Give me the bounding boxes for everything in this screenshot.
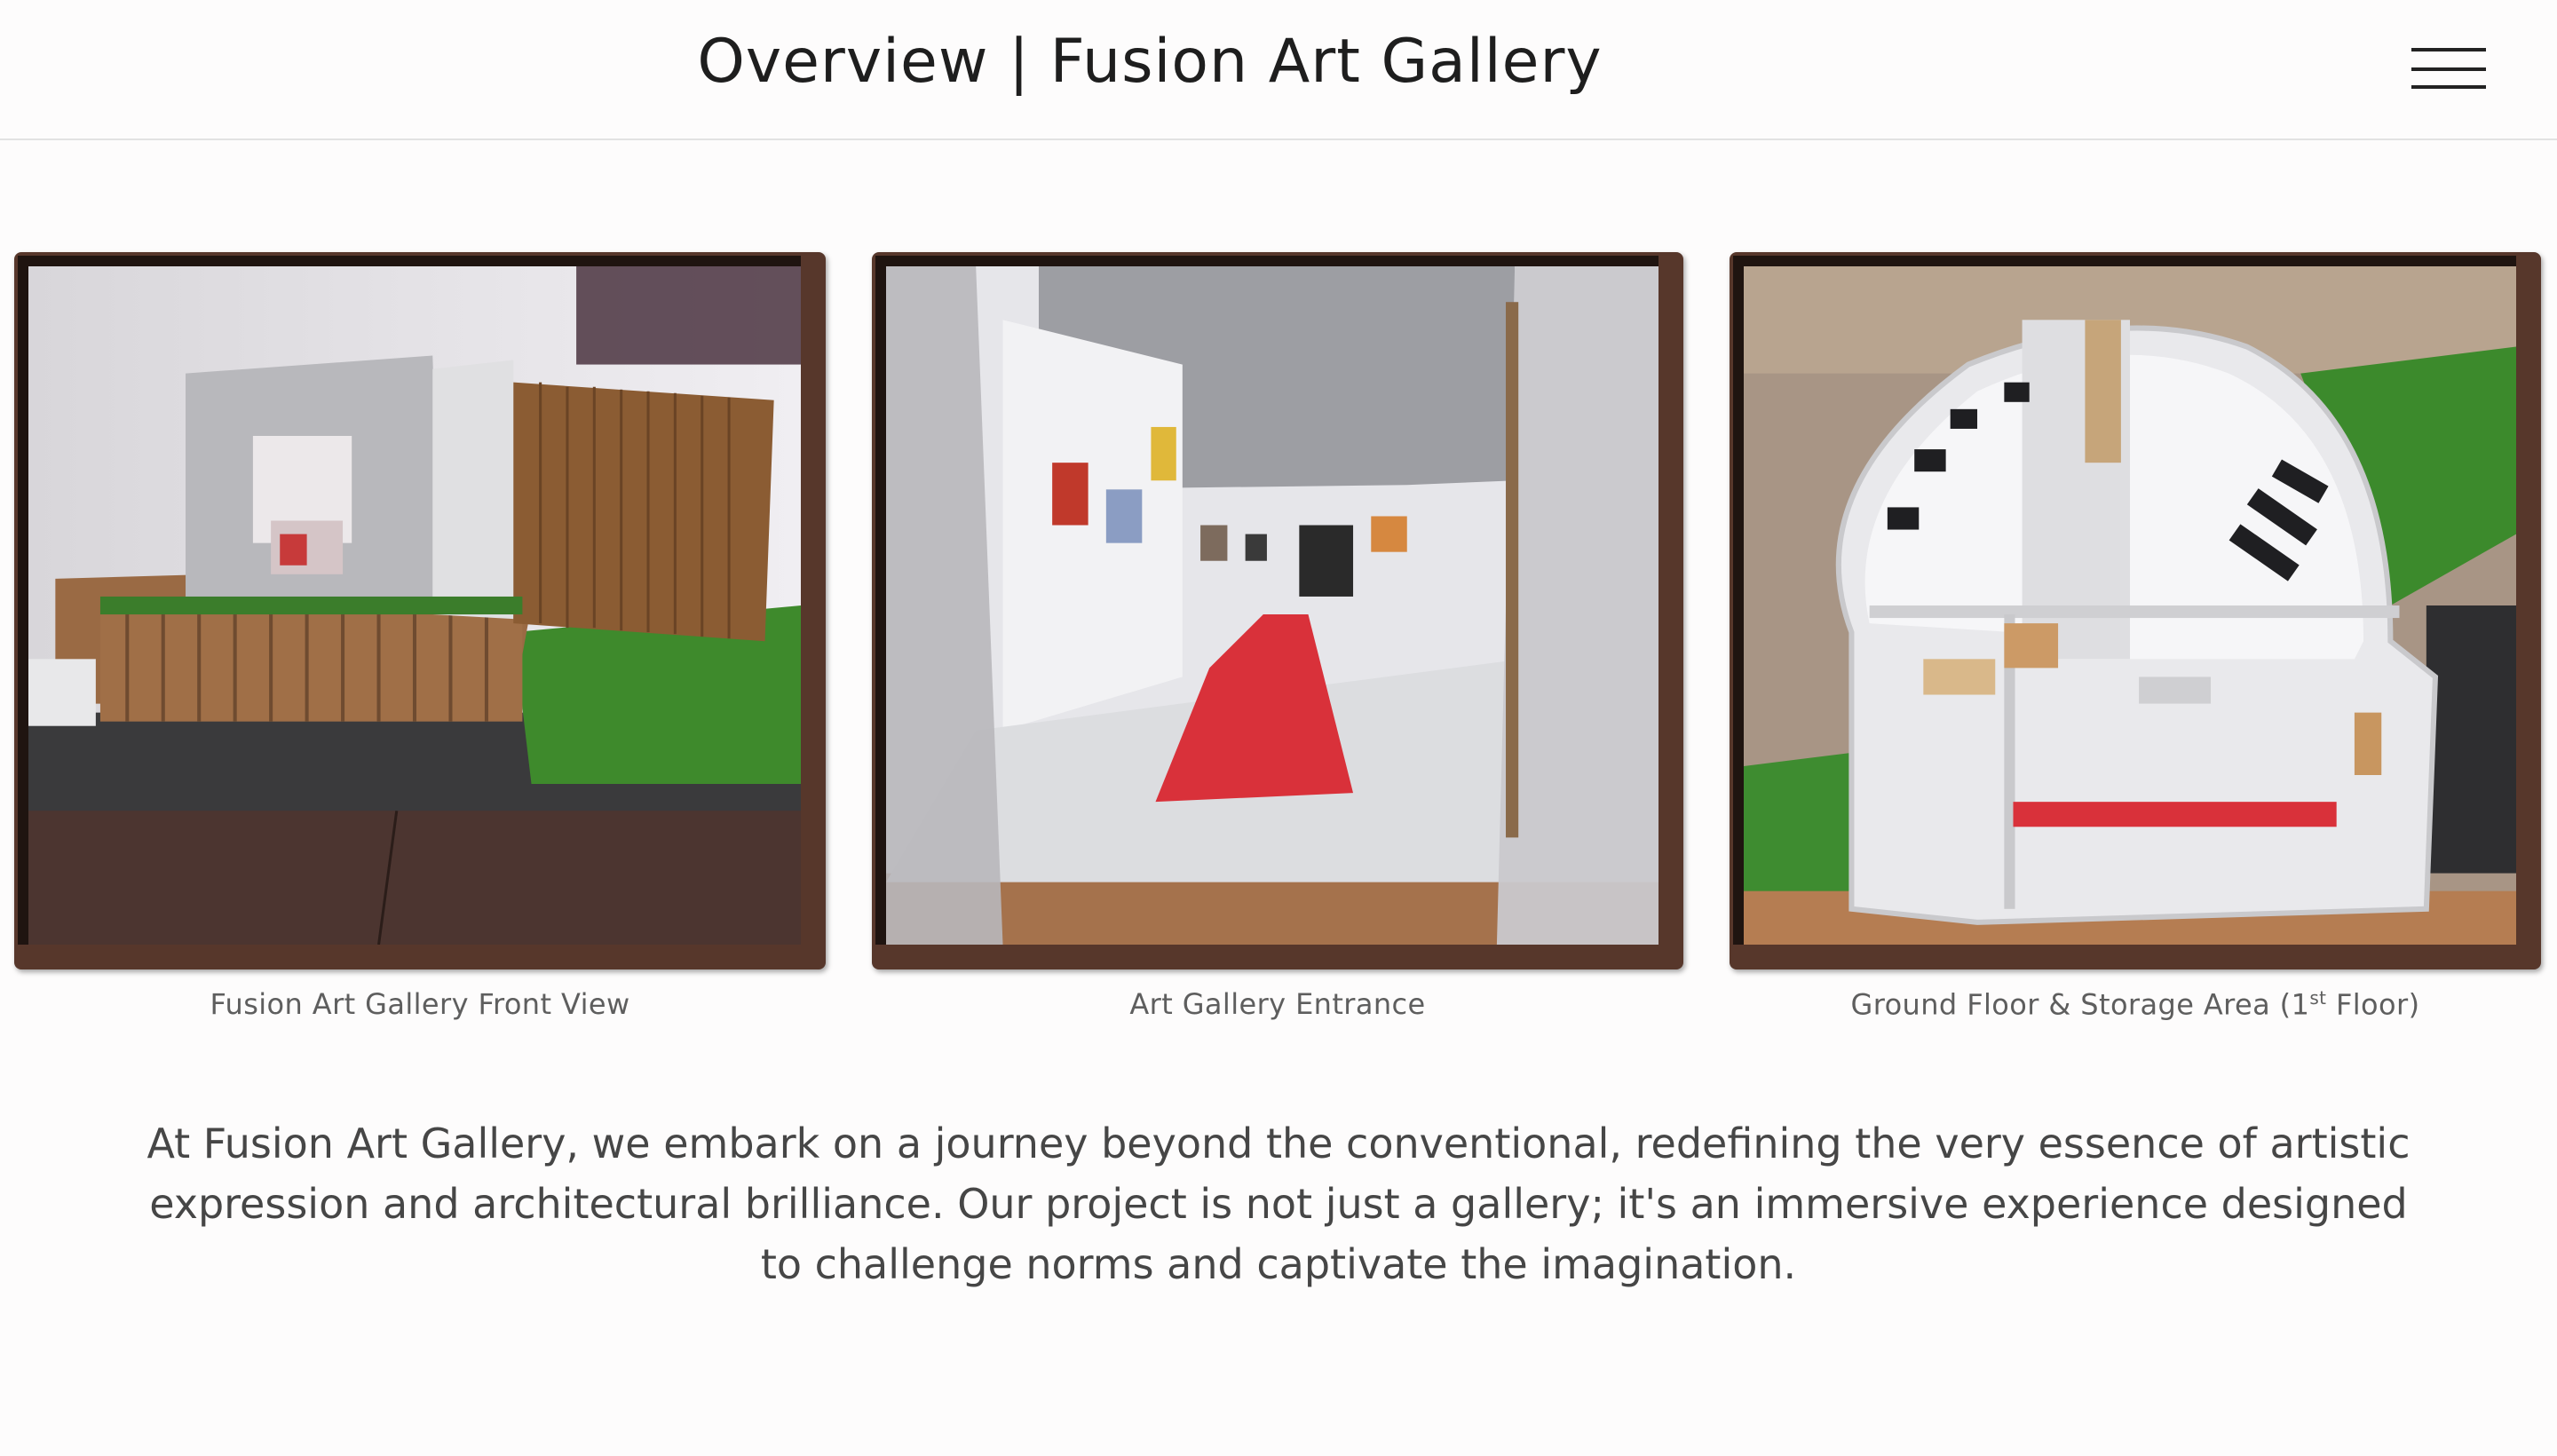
intro-paragraph: At Fusion Art Gallery, we embark on a jo… xyxy=(146,1120,2411,1288)
gallery-item-front-view[interactable]: Fusion Art Gallery Front View xyxy=(14,252,826,1021)
gallery-ground-floor-image[interactable] xyxy=(1744,266,2516,945)
image-gallery: Fusion Art Gallery Front View Art Galler… xyxy=(0,252,2557,1051)
page-title: Overview | Fusion Art Gallery xyxy=(697,27,1603,97)
caption-text-end: Floor) xyxy=(2326,987,2420,1022)
picture-frame xyxy=(14,252,826,969)
picture-frame xyxy=(1730,252,2541,969)
gallery-item-entrance[interactable]: Art Gallery Entrance xyxy=(872,252,1683,1021)
gallery-caption: Ground Floor & Storage Area (1st Floor) xyxy=(1730,987,2541,1022)
gallery-entrance-image[interactable] xyxy=(886,266,1658,945)
gallery-caption: Fusion Art Gallery Front View xyxy=(210,987,630,1021)
gallery-caption: Art Gallery Entrance xyxy=(1129,987,1426,1021)
site-header: Overview | Fusion Art Gallery xyxy=(0,0,2557,140)
gallery-item-ground-floor[interactable]: Ground Floor & Storage Area (1st Floor) xyxy=(1730,252,2541,1022)
caption-ordinal: st xyxy=(2309,987,2327,1009)
gallery-front-view-image[interactable] xyxy=(28,266,801,945)
hamburger-menu-icon[interactable] xyxy=(2411,43,2486,92)
picture-frame xyxy=(872,252,1683,969)
caption-text: Ground Floor & Storage Area (1 xyxy=(1850,987,2310,1022)
